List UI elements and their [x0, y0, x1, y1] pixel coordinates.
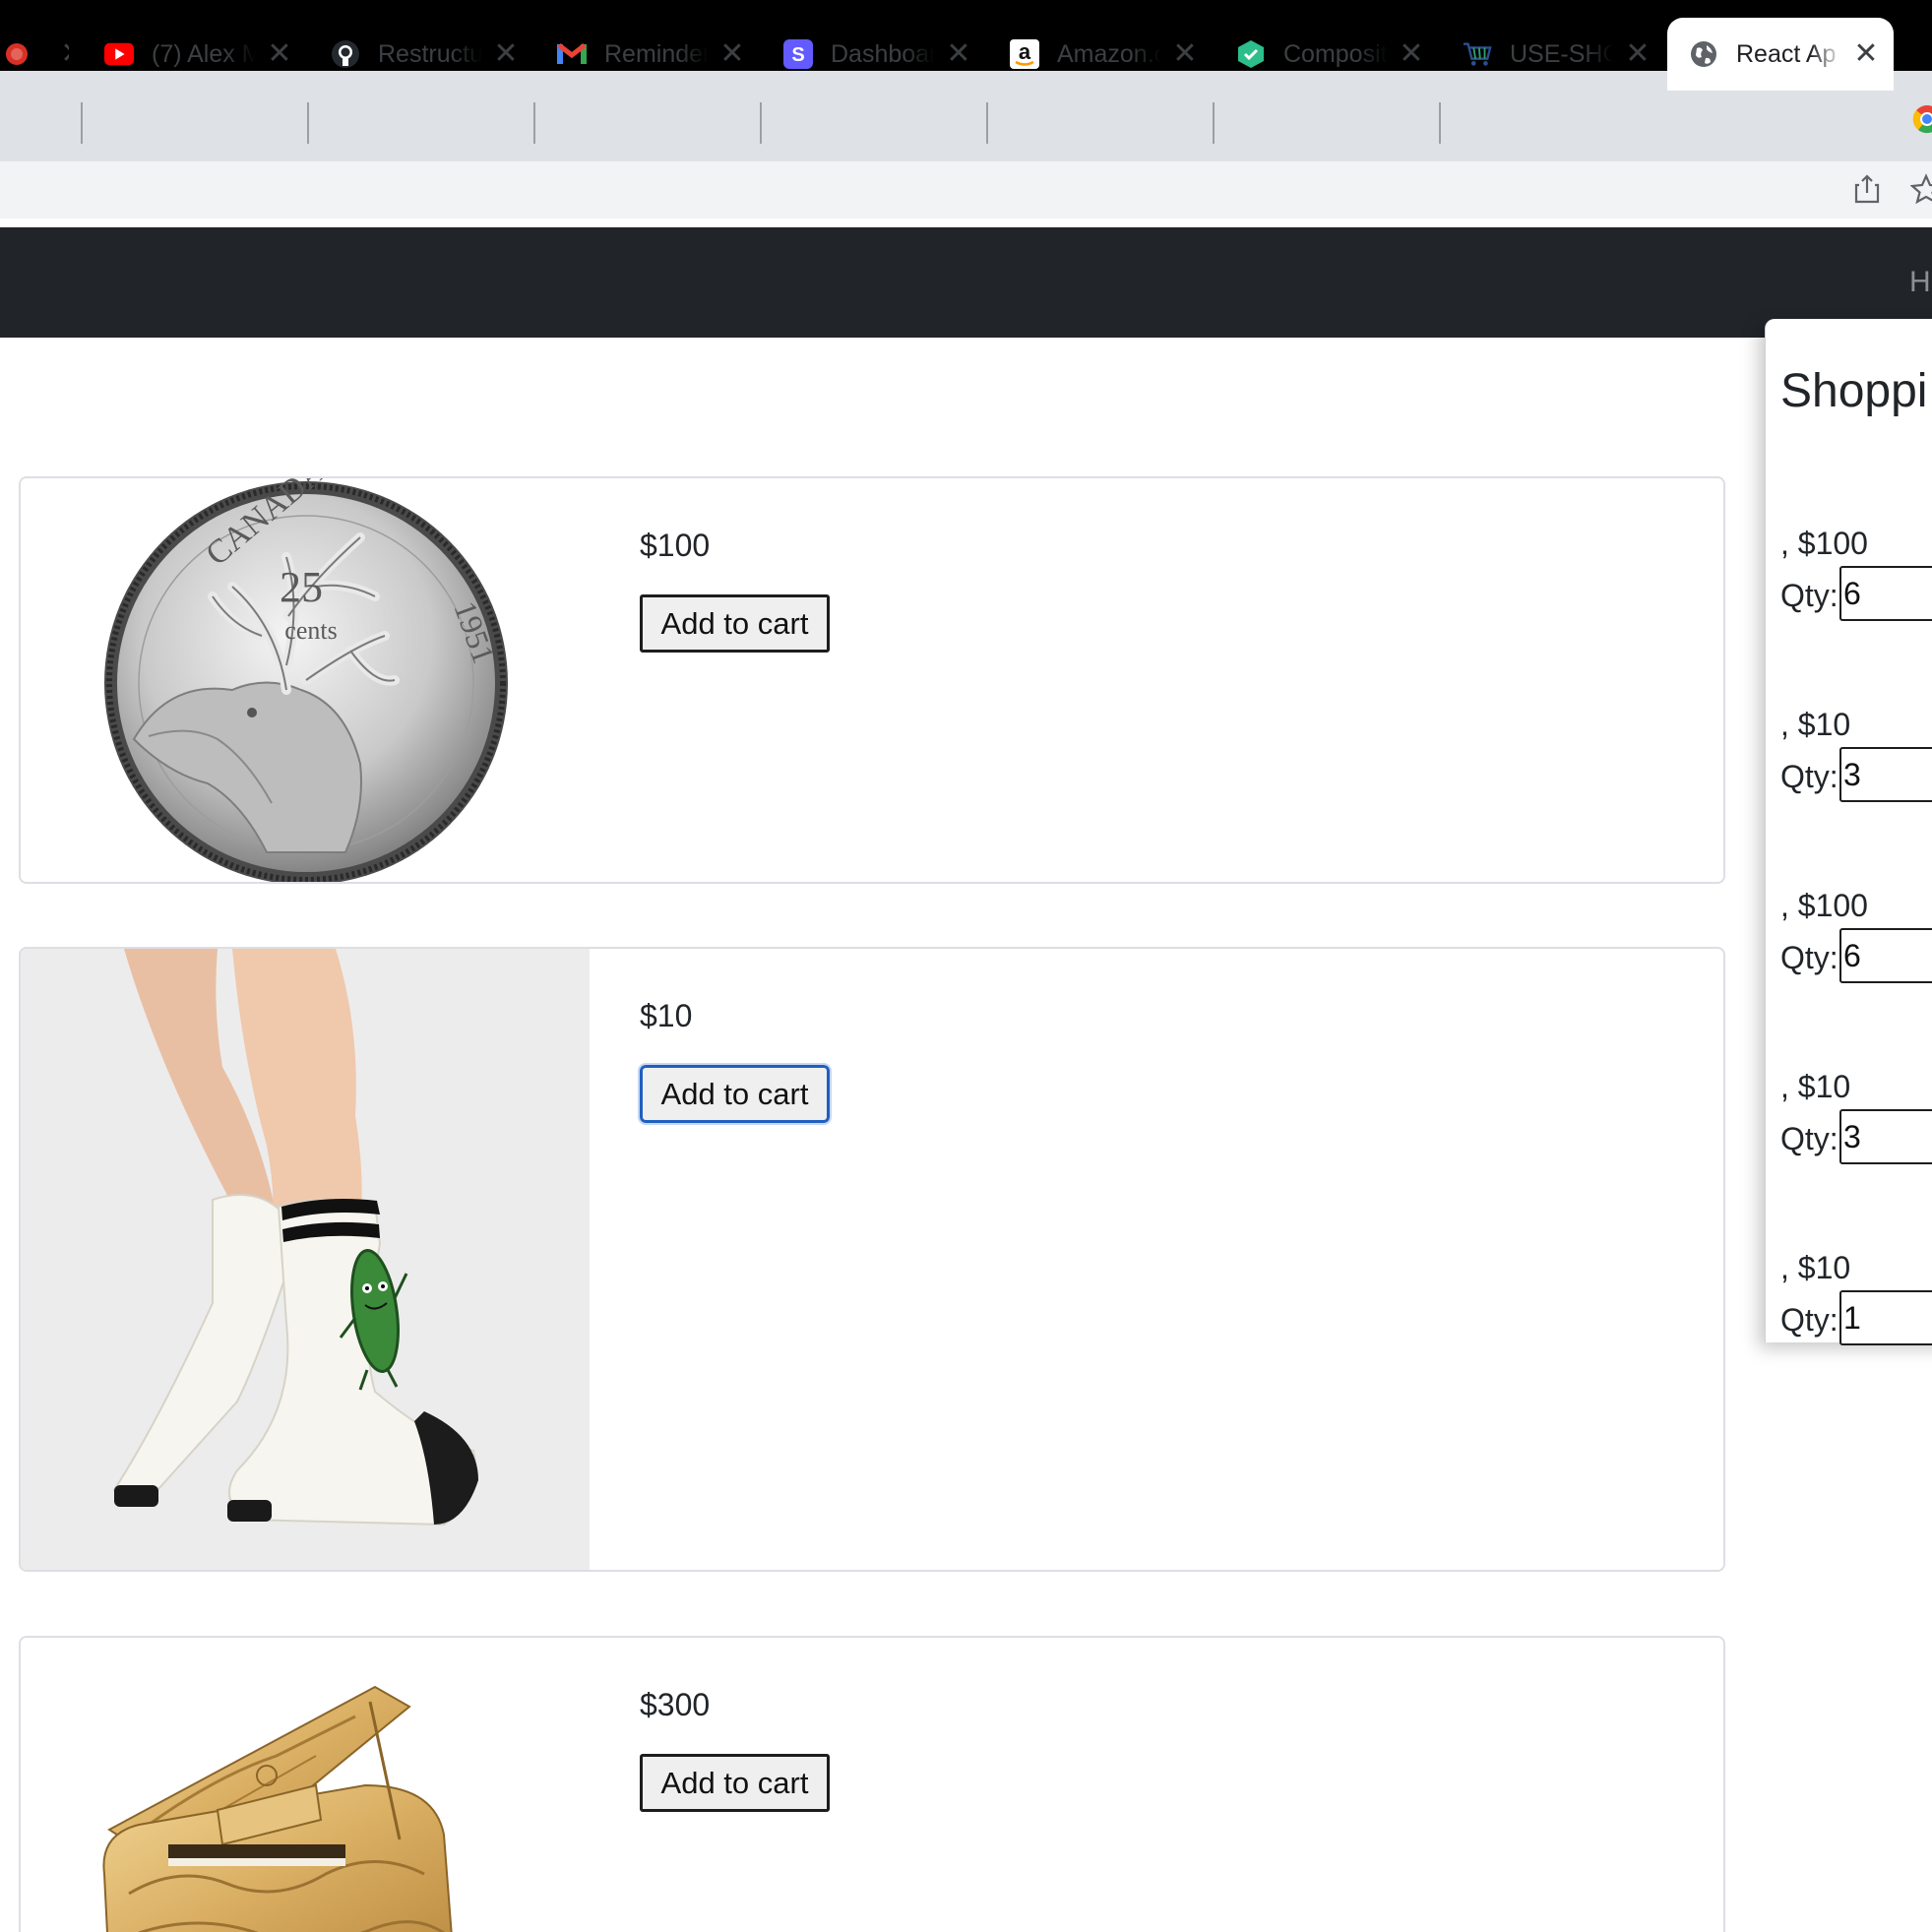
- close-icon[interactable]: ✕: [718, 39, 746, 69]
- app-navbar: [0, 227, 1932, 338]
- amazon-icon: a: [1010, 39, 1039, 69]
- canada-25-cent-coin-image: 25 cents CANADA 1951: [21, 478, 590, 882]
- close-icon[interactable]: ✕: [59, 39, 69, 69]
- tab-divider: [1439, 102, 1441, 144]
- tab-divider: [533, 102, 535, 144]
- tab-divider: [307, 102, 309, 144]
- github-icon: [331, 39, 360, 69]
- tab-divider: [986, 102, 988, 144]
- close-icon[interactable]: ✕: [1852, 39, 1880, 69]
- share-icon[interactable]: [1850, 172, 1884, 206]
- add-to-cart-button[interactable]: Add to cart: [640, 594, 830, 653]
- product-card: $10 Add to cart: [19, 947, 1725, 1572]
- record-icon: [2, 39, 31, 69]
- browser-tab-github[interactable]: Restructure ✕: [309, 18, 533, 91]
- cart-item-line: , $10: [1780, 1250, 1851, 1285]
- qty-input[interactable]: [1839, 566, 1932, 621]
- browser-toolbar: [0, 161, 1932, 218]
- svg-text:cents: cents: [284, 616, 337, 645]
- bookmark-star-icon[interactable]: [1909, 172, 1932, 206]
- browser-tab-gmail[interactable]: Reminder ✕: [535, 18, 760, 91]
- qty-label: Qty:: [1780, 578, 1839, 613]
- svg-text:a: a: [1019, 39, 1031, 64]
- product-card: $300 Add to cart: [19, 1636, 1725, 1932]
- tab-divider: [760, 102, 762, 144]
- close-icon[interactable]: ✕: [1171, 39, 1199, 69]
- browser-tab-stripe[interactable]: S Dashboard ✕: [762, 18, 986, 91]
- cart-item-line: , $10: [1780, 1069, 1851, 1104]
- browser-tab-composite[interactable]: Composit ✕: [1215, 18, 1439, 91]
- svg-text:S: S: [791, 44, 804, 66]
- qty-label: Qty:: [1780, 1302, 1839, 1338]
- qty-label: Qty:: [1780, 1121, 1839, 1156]
- shopping-cart-panel: [1765, 319, 1932, 1342]
- product-price: $100: [640, 528, 711, 563]
- close-icon[interactable]: ✕: [1398, 39, 1425, 69]
- youtube-icon: [104, 39, 134, 69]
- browser-tab-youtube[interactable]: (7) Alex M ✕: [83, 18, 307, 91]
- cart-title: Shoppi: [1780, 365, 1928, 417]
- svg-text:25: 25: [280, 563, 323, 611]
- stripe-icon: S: [783, 39, 813, 69]
- qty-label: Qty:: [1780, 940, 1839, 975]
- qty-input[interactable]: [1839, 1109, 1932, 1164]
- product-price: $300: [640, 1687, 711, 1722]
- product-card: 25 cents CANADA 1951 $100 Add to cart: [19, 476, 1725, 884]
- browser-tab-use-shopping-cart[interactable]: USE-SHO ✕: [1441, 18, 1665, 91]
- tab-divider: [1213, 102, 1215, 144]
- browser-tab-react-app[interactable]: React Ap ✕: [1667, 18, 1894, 91]
- qty-input[interactable]: [1839, 747, 1932, 802]
- close-icon[interactable]: ✕: [266, 39, 293, 69]
- qty-input[interactable]: [1839, 1290, 1932, 1345]
- golden-grand-piano-image: [21, 1638, 590, 1932]
- cart-item-line: , $100: [1780, 526, 1868, 561]
- qty-label: Qty:: [1780, 759, 1839, 794]
- tab-divider: [81, 102, 83, 144]
- qty-input[interactable]: [1839, 928, 1932, 983]
- shield-icon: [1236, 39, 1266, 69]
- navbar-home-link[interactable]: H: [1909, 266, 1931, 299]
- pickle-socks-image: [21, 949, 590, 1570]
- cart-item-line: , $10: [1780, 707, 1851, 742]
- cart-icon: [1463, 39, 1492, 69]
- product-price: $10: [640, 998, 693, 1033]
- gmail-icon: [557, 39, 587, 69]
- add-to-cart-button[interactable]: Add to cart: [640, 1754, 830, 1812]
- browser-tab-amazon[interactable]: a Amazon.c ✕: [988, 18, 1213, 91]
- browser-tab-record[interactable]: ✕: [0, 18, 69, 91]
- chrome-icon[interactable]: [1912, 104, 1932, 134]
- cart-item-line: , $100: [1780, 888, 1868, 923]
- close-icon[interactable]: ✕: [492, 39, 520, 69]
- add-to-cart-button[interactable]: Add to cart: [638, 1063, 832, 1125]
- close-icon[interactable]: ✕: [1624, 39, 1652, 69]
- globe-icon: [1689, 39, 1718, 69]
- close-icon[interactable]: ✕: [945, 39, 972, 69]
